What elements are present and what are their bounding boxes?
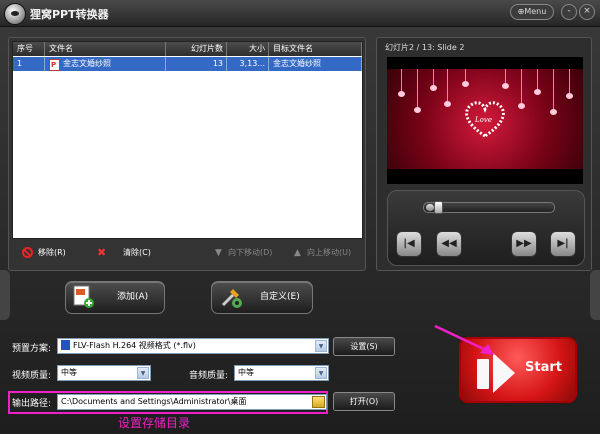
column-header-filename[interactable]: 文件名 [45,42,166,56]
annotation-text: 设置存储目录 [118,416,191,430]
close-button[interactable]: × [579,4,595,20]
previous-button[interactable]: ◀◀ [436,231,462,257]
move-up-button[interactable]: 向上移动(U) [294,244,351,262]
video-quality-label: 视频质量: [12,371,52,381]
menu-button[interactable]: ⊕Menu [510,4,554,20]
audio-quality-label: 音频质量: [189,371,229,381]
customize-button[interactable]: 自定义(E) [211,281,313,314]
slide-counter: 幻灯片2 / 13: Slide 2 [385,43,465,52]
chevron-down-icon: ▼ [315,367,327,379]
slide-text: Love [475,116,492,124]
output-path-input[interactable]: C:\Documents and Settings\Administrator\… [57,394,327,410]
app-logo-icon [4,3,26,25]
add-button[interactable]: 添加(A) [65,281,165,314]
first-slide-button[interactable]: |◀ [396,231,422,257]
annotation-arrow-icon [434,324,494,355]
arrow-down-icon [215,244,226,262]
table-header: 序号 文件名 幻灯片数 大小 目标文件名 [13,42,362,56]
video-quality-select[interactable]: 中等 ▼ [57,365,151,381]
settings-panel: 预置方案: FLV-Flash H.264 视频格式 (*.flv) ▼ 设置(… [8,324,448,418]
audio-quality-select[interactable]: 中等 ▼ [234,365,329,381]
file-list-panel: 序号 文件名 幻灯片数 大小 目标文件名 1 金志文婚纱照 13 3,13...… [8,37,366,271]
clear-icon [97,244,108,262]
open-button[interactable]: 打开(O) [333,392,395,411]
table-row[interactable]: 1 金志文婚纱照 13 3,13... 金志文婚纱照 [13,57,362,71]
cell-size: 3,13... [227,57,269,71]
seek-bar[interactable] [423,201,555,214]
ppt-file-icon [49,58,60,71]
file-table: 序号 文件名 幻灯片数 大小 目标文件名 1 金志文婚纱照 13 3,13...… [12,41,363,239]
remove-button[interactable]: 移除(R) [22,244,66,262]
clear-button[interactable]: 清除(C) [97,244,151,262]
preset-select[interactable]: FLV-Flash H.264 视频格式 (*.flv) ▼ [57,338,329,354]
seek-fill [426,204,434,211]
column-header-index[interactable]: 序号 [13,42,45,56]
arrow-up-icon [294,244,305,262]
move-down-button[interactable]: 向下移动(D) [215,244,272,262]
cell-slides: 13 [166,57,227,71]
column-header-size[interactable]: 大小 [227,42,269,56]
flv-format-icon [61,340,70,350]
slide-image: Love [387,69,583,169]
remove-icon [22,247,33,258]
cell-filename: 金志文婚纱照 [45,57,166,71]
folder-icon[interactable] [312,396,325,408]
start-bar-icon [477,359,489,389]
preview-panel: 幻灯片2 / 13: Slide 2 Love |◀ ◀◀ ▶▶ ▶| [376,37,592,271]
next-button[interactable]: ▶▶ [511,231,537,257]
title-bar: 狸窝PPT转换器 ⊕Menu - × [0,0,600,27]
seek-thumb[interactable] [434,201,443,214]
column-header-target[interactable]: 目标文件名 [269,42,362,56]
output-path-label: 输出路径: [12,399,52,409]
minimize-button[interactable]: - [561,4,577,20]
cell-target: 金志文婚纱照 [269,57,362,71]
output-path-highlight: 输出路径: C:\Documents and Settings\Administ… [8,391,328,414]
app-window: 狸窝PPT转换器 ⊕Menu - × 序号 文件名 幻灯片数 大小 目标文件名 … [0,0,600,434]
left-side-tab [0,270,10,320]
last-slide-button[interactable]: ▶| [550,231,576,257]
settings-button[interactable]: 设置(S) [333,337,395,356]
add-file-icon [73,285,94,308]
right-side-tab [590,270,600,320]
app-title: 狸窝PPT转换器 [30,8,109,21]
tools-icon [221,289,242,308]
chevron-down-icon: ▼ [137,367,149,379]
chevron-down-icon: ▼ [315,340,327,352]
column-header-slides[interactable]: 幻灯片数 [166,42,227,56]
cell-index: 1 [13,57,45,71]
list-action-bar: 移除(R) 清除(C) 向下移动(D) 向上移动(U) [12,244,361,262]
player-controls: |◀ ◀◀ ▶▶ ▶| [387,190,585,266]
preset-label: 预置方案: [12,344,52,354]
preview-screen: Love [387,57,583,184]
